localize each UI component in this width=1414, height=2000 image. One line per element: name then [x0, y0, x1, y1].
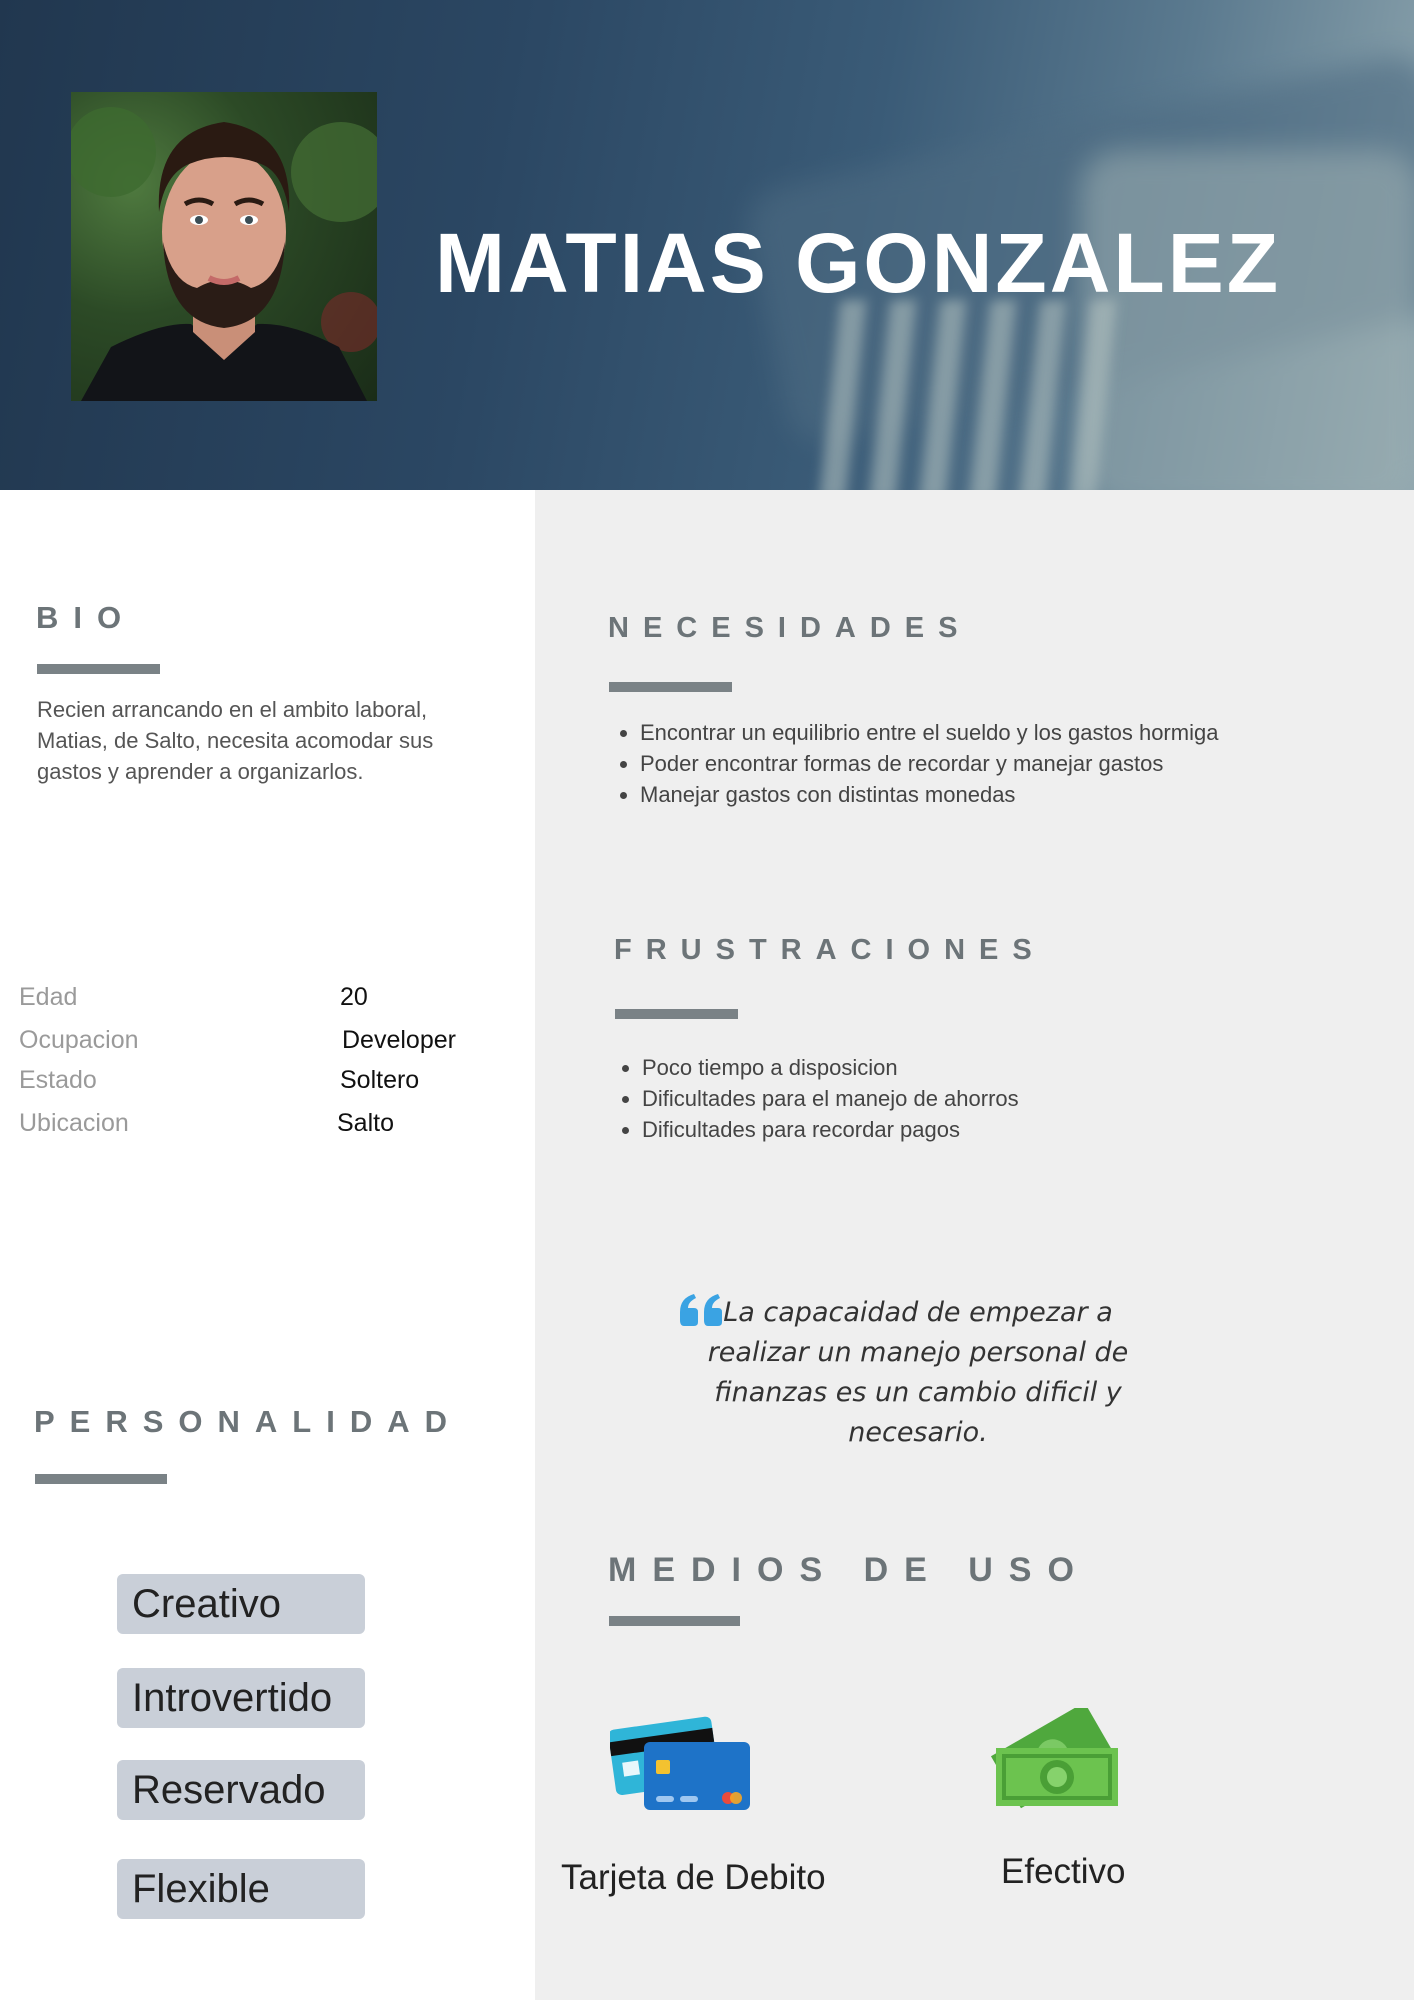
persona-name: MATIAS GONZALEZ: [435, 216, 1282, 310]
list-item: Encontrar un equilibrio entre el sueldo …: [640, 717, 1218, 748]
frustrations-title: FRUSTRACIONES: [614, 934, 1046, 966]
list-item: Dificultades para el manejo de ahorros: [642, 1083, 1019, 1114]
trait-pill-creativo: Creativo: [117, 1574, 365, 1634]
list-item: Dificultades para recordar pagos: [642, 1114, 1019, 1145]
person-portrait-icon: [71, 107, 377, 401]
needs-title-underline: [609, 682, 732, 692]
list-item: Poco tiempo a disposicion: [642, 1052, 1019, 1083]
trait-pill-reservado: Reservado: [117, 1760, 365, 1820]
header-building-highlight: [1080, 150, 1414, 490]
list-item: Manejar gastos con distintas monedas: [640, 779, 1218, 810]
credit-cards-icon: [610, 1716, 750, 1810]
bio-text: Recien arrancando en el ambito laboral, …: [37, 697, 434, 784]
fact-value-estado: Soltero: [340, 1066, 420, 1094]
header-banner: MATIAS GONZALEZ: [0, 0, 1414, 490]
profile-photo: [71, 92, 377, 401]
frustrations-title-underline: [615, 1009, 738, 1019]
bio-title: BIO: [36, 600, 137, 635]
trait-pill-introvertido: Introvertido: [117, 1668, 365, 1728]
media-label-tarjeta: Tarjeta de Debito: [561, 1858, 826, 1897]
needs-title: NECESIDADES: [608, 612, 972, 644]
bio-title-underline: [37, 664, 160, 674]
list-item: Poder encontrar formas de recordar y man…: [640, 748, 1218, 779]
fact-value-ocupacion: Developer: [342, 1026, 456, 1054]
media-label-efectivo: Efectivo: [1001, 1852, 1126, 1891]
fact-value-edad: 20: [340, 983, 368, 1011]
trait-pill-flexible: Flexible: [117, 1859, 365, 1919]
cash-icon: [990, 1708, 1118, 1809]
media-title: MEDIOS DE USO: [608, 1551, 1090, 1589]
needs-list: Encontrar un equilibrio entre el sueldo …: [610, 717, 1218, 810]
fact-label-edad: Edad: [19, 983, 78, 1011]
persona-quote: La capacaidad de empezar a realizar un m…: [707, 1297, 1129, 1448]
personality-title: PERSONALIDAD: [34, 1404, 463, 1439]
fact-label-estado: Estado: [19, 1066, 97, 1094]
fact-label-ocupacion: Ocupacion: [19, 1026, 139, 1054]
fact-label-ubicacion: Ubicacion: [19, 1109, 129, 1137]
media-title-underline: [609, 1616, 740, 1626]
frustrations-list: Poco tiempo a disposicion Dificultades p…: [612, 1052, 1019, 1145]
fact-value-ubicacion: Salto: [337, 1109, 394, 1137]
personality-title-underline: [35, 1474, 167, 1484]
